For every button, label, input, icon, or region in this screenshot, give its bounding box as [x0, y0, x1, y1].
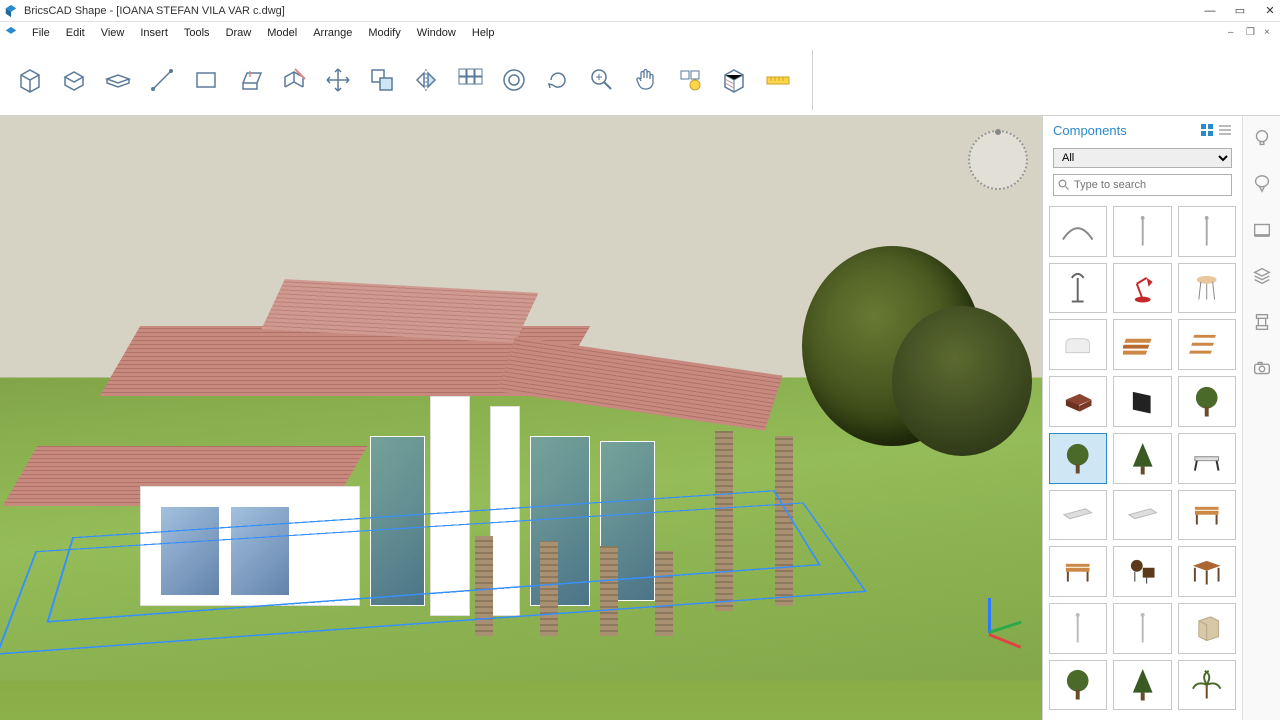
menu-modify[interactable]: Modify [360, 25, 408, 41]
camera-panel-icon[interactable] [1248, 354, 1276, 382]
menu-window[interactable]: Window [409, 25, 464, 41]
menu-file[interactable]: File [24, 25, 58, 41]
components-grid[interactable] [1043, 200, 1242, 720]
line-tool[interactable] [144, 62, 180, 98]
component-beam[interactable] [1113, 490, 1171, 541]
component-step[interactable] [1049, 490, 1107, 541]
menu-help[interactable]: Help [464, 25, 503, 41]
rotate-tool[interactable] [540, 62, 576, 98]
component-cabinet[interactable] [1178, 603, 1236, 654]
component-tree-palm[interactable] [1178, 660, 1236, 711]
menu-tools[interactable]: Tools [176, 25, 218, 41]
menu-arrange[interactable]: Arrange [305, 25, 360, 41]
menubar: FileEditViewInsertToolsDrawModelArrangeM… [0, 22, 1280, 44]
structure-panel-icon[interactable] [1248, 308, 1276, 336]
component-pole2[interactable] [1113, 603, 1171, 654]
component-chair-set[interactable] [1113, 546, 1171, 597]
zoom-tool[interactable] [584, 62, 620, 98]
menu-insert[interactable]: Insert [132, 25, 176, 41]
measure-tool[interactable] [760, 62, 796, 98]
search-input[interactable] [1074, 179, 1227, 191]
window-title: BricsCAD Shape - [IOANA STEFAN VILA VAR … [24, 5, 1204, 17]
component-brick[interactable] [1049, 376, 1107, 427]
component-bench-simple[interactable] [1178, 433, 1236, 484]
component-tree-ball[interactable] [1049, 433, 1107, 484]
light-tool[interactable] [672, 62, 708, 98]
offset-tool[interactable] [496, 62, 532, 98]
maximize-button[interactable]: ▭ [1234, 5, 1246, 17]
component-tree-round[interactable] [1178, 376, 1236, 427]
component-sofa-white[interactable] [1049, 319, 1107, 370]
layers-panel-icon[interactable] [1248, 262, 1276, 290]
view-compass[interactable] [968, 130, 1028, 190]
component-tree-cone[interactable] [1113, 433, 1171, 484]
move-tool[interactable] [320, 62, 356, 98]
component-pole-light[interactable] [1113, 206, 1171, 257]
light-panel-icon[interactable] [1248, 124, 1276, 152]
component-park-bench[interactable] [1049, 546, 1107, 597]
tree-model[interactable] [802, 246, 982, 446]
mdi-restore[interactable]: ❐ [1246, 27, 1258, 39]
box-tool[interactable] [12, 62, 48, 98]
extrude-tool[interactable] [56, 62, 92, 98]
component-tree-oak[interactable] [1049, 660, 1107, 711]
house-model[interactable] [60, 296, 820, 676]
component-post[interactable] [1178, 206, 1236, 257]
component-shelves[interactable] [1178, 319, 1236, 370]
workspace: Components All [0, 116, 1280, 720]
component-screen[interactable] [1113, 376, 1171, 427]
toolbar-separator [812, 50, 813, 110]
rectangle-tool[interactable] [188, 62, 224, 98]
balloon-icon[interactable] [1248, 170, 1276, 198]
panel-header: Components [1043, 116, 1242, 144]
component-bench-wood[interactable] [1178, 490, 1236, 541]
3d-viewport[interactable] [0, 116, 1042, 720]
main-toolbar [0, 44, 1280, 116]
list-view-button[interactable] [1218, 123, 1232, 137]
menu-draw[interactable]: Draw [218, 25, 260, 41]
grid-view-button[interactable] [1200, 123, 1214, 137]
close-button[interactable]: ✕ [1264, 5, 1276, 17]
category-filter[interactable]: All [1053, 148, 1232, 168]
panel-title: Components [1053, 123, 1200, 138]
menu-model[interactable]: Model [259, 25, 305, 41]
view-panel-icon[interactable] [1248, 216, 1276, 244]
mdi-minimize[interactable]: – [1228, 27, 1240, 39]
app-icon [4, 4, 18, 18]
copy-tool[interactable] [364, 62, 400, 98]
mirror-tool[interactable] [408, 62, 444, 98]
mdi-controls: – ❐ × [1228, 27, 1276, 39]
search-box[interactable] [1053, 174, 1232, 196]
array-tool[interactable] [452, 62, 488, 98]
sidebar-tools [1242, 116, 1280, 720]
component-pole1[interactable] [1049, 603, 1107, 654]
material-tool[interactable] [716, 62, 752, 98]
slab-tool[interactable] [100, 62, 136, 98]
menu-view[interactable]: View [93, 25, 133, 41]
pan-tool[interactable] [628, 62, 664, 98]
component-lumber-stack[interactable] [1113, 319, 1171, 370]
minimize-button[interactable]: — [1204, 5, 1216, 17]
component-desk-lamp[interactable] [1113, 263, 1171, 314]
pushpull-tool[interactable] [232, 62, 268, 98]
component-curve[interactable] [1049, 206, 1107, 257]
mdi-close[interactable]: × [1264, 27, 1276, 39]
component-floor-lamp[interactable] [1049, 263, 1107, 314]
search-icon [1058, 179, 1070, 191]
component-table[interactable] [1178, 546, 1236, 597]
component-tree-pine[interactable] [1113, 660, 1171, 711]
document-icon [4, 26, 18, 40]
window-controls: — ▭ ✕ [1204, 5, 1276, 17]
component-stool[interactable] [1178, 263, 1236, 314]
components-panel: Components All [1042, 116, 1242, 720]
section-tool[interactable] [276, 62, 312, 98]
menu-edit[interactable]: Edit [58, 25, 93, 41]
axis-gizmo[interactable] [954, 598, 1024, 668]
titlebar: BricsCAD Shape - [IOANA STEFAN VILA VAR … [0, 0, 1280, 22]
